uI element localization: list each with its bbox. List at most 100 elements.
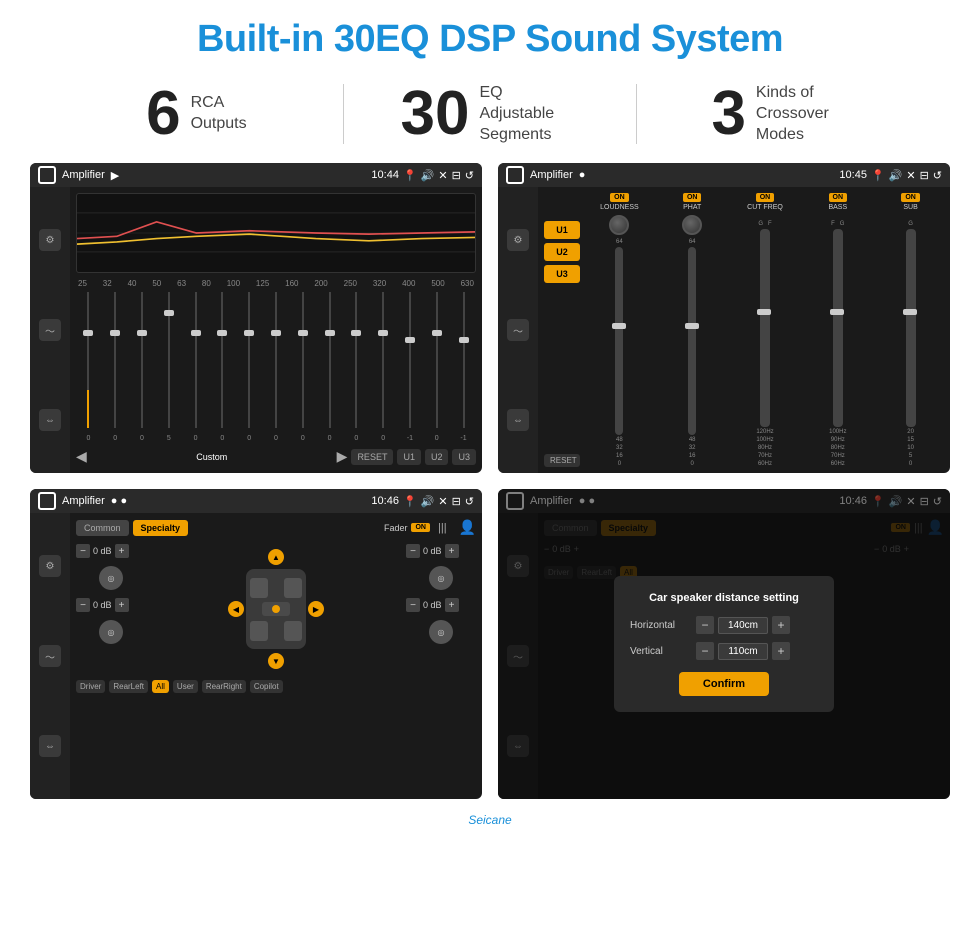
prev-arrow[interactable]: ◀ [76,448,87,465]
status-bar-speaker: Amplifier ● ● 10:46 📍 🔊 ✕ ⊟ ↺ [30,489,482,513]
up-arrow-btn[interactable]: ▲ [268,549,284,565]
speaker-title: Amplifier [62,495,105,507]
all-btn[interactable]: All [152,680,169,693]
amp-reset-btn[interactable]: RESET [544,454,580,467]
eq-slider-5[interactable]: 0 [210,292,235,428]
status-bar-eq: Amplifier ▶ 10:44 📍 🔊 ✕ ⊟ ↺ [30,163,482,187]
eq-slider-0[interactable]: 0 [76,292,101,428]
vertical-control: − + [696,642,790,660]
left-arrow-btn[interactable]: ◀ [228,601,244,617]
amp-arrows-icon[interactable]: ⇔ [507,409,529,431]
eq-settings-icon[interactable]: ⚙ [39,229,61,251]
specialty-tab[interactable]: Specialty [133,520,189,536]
fl-minus[interactable]: − [76,544,90,558]
common-tab[interactable]: Common [76,520,129,536]
rl-plus[interactable]: + [115,598,129,612]
rl-minus[interactable]: − [76,598,90,612]
amp-wave-icon[interactable]: 〜 [507,319,529,341]
dialog-title: Car speaker distance setting [630,592,818,604]
eq-slider-10[interactable]: 0 [344,292,369,428]
cutfreq-on[interactable]: ON [756,193,775,202]
stat-crossover: 3 Kinds ofCrossover Modes [647,83,920,145]
bass-on[interactable]: ON [829,193,848,202]
fl-plus[interactable]: + [115,544,129,558]
down-arrow-btn[interactable]: ▼ [268,653,284,669]
vertical-value[interactable] [718,643,768,660]
speaker-settings-icon[interactable]: ⚙ [39,555,61,577]
eq-slider-13[interactable]: 0 [424,292,449,428]
home-icon-amp[interactable] [506,166,524,184]
rearright-btn[interactable]: RearRight [202,680,246,693]
channel-bass: ON BASS F G 100Hz 90Hz 80Hz 70Hz 60Hz [804,193,871,467]
eq-sidebar: ⚙ 〜 ⇔ [30,187,70,473]
speaker-main-area: Common Specialty Fader ON ||| 👤 − 0 dB + [70,513,482,799]
right-arrow-btn[interactable]: ▶ [308,601,324,617]
eq-slider-6[interactable]: 0 [237,292,262,428]
u1-button[interactable]: U1 [397,449,421,465]
copilot-btn[interactable]: Copilot [250,680,283,693]
fl-db-value: 0 dB [93,546,112,556]
eq-sliders[interactable]: 0 0 0 [76,292,476,444]
screen-eq: Amplifier ▶ 10:44 📍 🔊 ✕ ⊟ ↺ ⚙ 〜 ⇔ [30,163,482,473]
speaker-arrows-icon[interactable]: ⇔ [39,735,61,757]
eq-slider-14[interactable]: -1 [451,292,476,428]
driver-btn[interactable]: Driver [76,680,105,693]
stat-divider-1 [343,84,344,144]
stat-rca-number: 6 [146,83,180,145]
rr-plus[interactable]: + [445,598,459,612]
channel-loudness: ON LOUDNESS 64 48 32 16 0 [586,193,653,467]
vertical-minus[interactable]: − [696,642,714,660]
eq-arrows-icon[interactable]: ⇔ [39,409,61,431]
fader-on-badge: ON [411,523,430,532]
loudness-on[interactable]: ON [610,193,629,202]
eq-slider-7[interactable]: 0 [264,292,289,428]
preset-u1[interactable]: U1 [544,221,580,239]
preset-u2[interactable]: U2 [544,243,580,261]
eq-slider-11[interactable]: 0 [371,292,396,428]
back-icon: ↺ [465,169,474,182]
reset-button[interactable]: RESET [351,449,393,465]
eq-slider-2[interactable]: 0 [130,292,155,428]
eq-wave-icon[interactable]: 〜 [39,319,61,341]
user-btn[interactable]: User [173,680,198,693]
user-icon[interactable]: 👤 [459,519,476,536]
stat-eq-number: 30 [401,83,470,145]
fl-db-control: − 0 dB + [76,544,146,558]
horizontal-value[interactable] [718,617,768,634]
distance-dialog: Car speaker distance setting Horizontal … [614,576,834,712]
confirm-button[interactable]: Confirm [679,672,769,696]
horizontal-row: Horizontal − + [630,616,818,634]
u2-button[interactable]: U2 [425,449,449,465]
home-icon-speaker[interactable] [38,492,56,510]
loudness-knob[interactable] [609,215,629,235]
eq-slider-4[interactable]: 0 [183,292,208,428]
stat-crossover-label: Kinds ofCrossover Modes [756,83,856,145]
vertical-plus[interactable]: + [772,642,790,660]
signal-icon: 📍 [403,169,417,182]
eq-slider-1[interactable]: 0 [103,292,128,428]
speaker-wave-icon[interactable]: 〜 [39,645,61,667]
fader-bars: ||| [438,522,447,534]
eq-slider-3[interactable]: 5 [156,292,181,428]
fr-minus[interactable]: − [406,544,420,558]
amp-dot: ● [579,169,586,181]
u3-button[interactable]: U3 [452,449,476,465]
eq-slider-8[interactable]: 0 [290,292,315,428]
speaker-body: − 0 dB + ◎ − 0 dB + ◎ [76,544,476,674]
home-icon[interactable] [38,166,56,184]
eq-slider-9[interactable]: 0 [317,292,342,428]
sub-on[interactable]: ON [901,193,920,202]
horizontal-plus[interactable]: + [772,616,790,634]
amp-settings-icon[interactable]: ⚙ [507,229,529,251]
next-arrow[interactable]: ▶ [337,448,348,465]
preset-u3[interactable]: U3 [544,265,580,283]
amp-title: Amplifier [530,169,573,181]
rr-minus[interactable]: − [406,598,420,612]
rearleft-btn[interactable]: RearLeft [109,680,148,693]
speaker-left: − 0 dB + ◎ − 0 dB + ◎ [76,544,146,674]
phat-on[interactable]: ON [683,193,702,202]
eq-slider-12[interactable]: -1 [398,292,423,428]
fr-plus[interactable]: + [445,544,459,558]
phat-knob[interactable] [682,215,702,235]
horizontal-minus[interactable]: − [696,616,714,634]
